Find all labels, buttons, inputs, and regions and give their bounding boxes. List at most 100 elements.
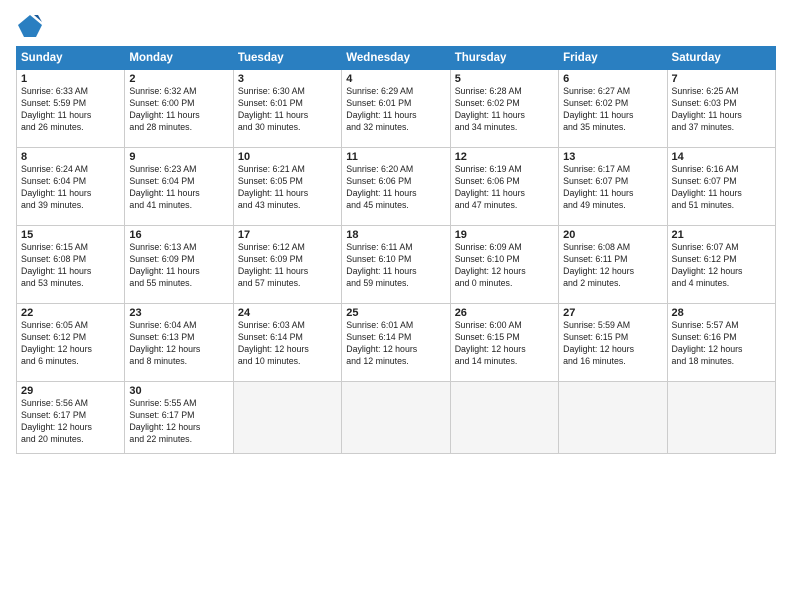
- calendar-cell: [667, 382, 775, 454]
- calendar-cell: 6Sunrise: 6:27 AMSunset: 6:02 PMDaylight…: [559, 70, 667, 148]
- logo: [16, 12, 48, 40]
- day-number: 23: [129, 307, 228, 319]
- calendar-week-5: 29Sunrise: 5:56 AMSunset: 6:17 PMDayligh…: [17, 382, 776, 454]
- cell-content: Sunrise: 6:15 AMSunset: 6:08 PMDaylight:…: [21, 242, 120, 290]
- calendar-cell: 11Sunrise: 6:20 AMSunset: 6:06 PMDayligh…: [342, 148, 450, 226]
- cell-content: Sunrise: 6:11 AMSunset: 6:10 PMDaylight:…: [346, 242, 445, 290]
- day-number: 29: [21, 385, 120, 397]
- calendar-cell: 27Sunrise: 5:59 AMSunset: 6:15 PMDayligh…: [559, 304, 667, 382]
- day-number: 18: [346, 229, 445, 241]
- calendar-cell: 3Sunrise: 6:30 AMSunset: 6:01 PMDaylight…: [233, 70, 341, 148]
- day-number: 21: [672, 229, 771, 241]
- calendar-cell: [342, 382, 450, 454]
- calendar-cell: 28Sunrise: 5:57 AMSunset: 6:16 PMDayligh…: [667, 304, 775, 382]
- cell-content: Sunrise: 6:28 AMSunset: 6:02 PMDaylight:…: [455, 86, 554, 134]
- day-number: 12: [455, 151, 554, 163]
- cell-content: Sunrise: 6:03 AMSunset: 6:14 PMDaylight:…: [238, 320, 337, 368]
- cell-content: Sunrise: 6:08 AMSunset: 6:11 PMDaylight:…: [563, 242, 662, 290]
- cell-content: Sunrise: 6:32 AMSunset: 6:00 PMDaylight:…: [129, 86, 228, 134]
- day-number: 17: [238, 229, 337, 241]
- cell-content: Sunrise: 6:27 AMSunset: 6:02 PMDaylight:…: [563, 86, 662, 134]
- day-number: 6: [563, 73, 662, 85]
- day-number: 24: [238, 307, 337, 319]
- calendar-cell: 16Sunrise: 6:13 AMSunset: 6:09 PMDayligh…: [125, 226, 233, 304]
- day-number: 9: [129, 151, 228, 163]
- cell-content: Sunrise: 6:09 AMSunset: 6:10 PMDaylight:…: [455, 242, 554, 290]
- cell-content: Sunrise: 6:29 AMSunset: 6:01 PMDaylight:…: [346, 86, 445, 134]
- day-number: 27: [563, 307, 662, 319]
- calendar-cell: 21Sunrise: 6:07 AMSunset: 6:12 PMDayligh…: [667, 226, 775, 304]
- calendar-cell: 29Sunrise: 5:56 AMSunset: 6:17 PMDayligh…: [17, 382, 125, 454]
- day-number: 20: [563, 229, 662, 241]
- cell-content: Sunrise: 6:30 AMSunset: 6:01 PMDaylight:…: [238, 86, 337, 134]
- cell-content: Sunrise: 6:24 AMSunset: 6:04 PMDaylight:…: [21, 164, 120, 212]
- day-number: 25: [346, 307, 445, 319]
- cell-content: Sunrise: 6:21 AMSunset: 6:05 PMDaylight:…: [238, 164, 337, 212]
- calendar-cell: 7Sunrise: 6:25 AMSunset: 6:03 PMDaylight…: [667, 70, 775, 148]
- day-header-monday: Monday: [125, 47, 233, 70]
- cell-content: Sunrise: 5:59 AMSunset: 6:15 PMDaylight:…: [563, 320, 662, 368]
- cell-content: Sunrise: 6:13 AMSunset: 6:09 PMDaylight:…: [129, 242, 228, 290]
- day-number: 16: [129, 229, 228, 241]
- calendar-cell: 25Sunrise: 6:01 AMSunset: 6:14 PMDayligh…: [342, 304, 450, 382]
- calendar-week-4: 22Sunrise: 6:05 AMSunset: 6:12 PMDayligh…: [17, 304, 776, 382]
- cell-content: Sunrise: 6:20 AMSunset: 6:06 PMDaylight:…: [346, 164, 445, 212]
- calendar-cell: 9Sunrise: 6:23 AMSunset: 6:04 PMDaylight…: [125, 148, 233, 226]
- calendar-cell: 22Sunrise: 6:05 AMSunset: 6:12 PMDayligh…: [17, 304, 125, 382]
- day-header-friday: Friday: [559, 47, 667, 70]
- day-number: 7: [672, 73, 771, 85]
- calendar-cell: 24Sunrise: 6:03 AMSunset: 6:14 PMDayligh…: [233, 304, 341, 382]
- calendar-cell: 10Sunrise: 6:21 AMSunset: 6:05 PMDayligh…: [233, 148, 341, 226]
- day-number: 19: [455, 229, 554, 241]
- cell-content: Sunrise: 6:04 AMSunset: 6:13 PMDaylight:…: [129, 320, 228, 368]
- day-number: 13: [563, 151, 662, 163]
- cell-content: Sunrise: 6:19 AMSunset: 6:06 PMDaylight:…: [455, 164, 554, 212]
- calendar-cell: [559, 382, 667, 454]
- day-number: 10: [238, 151, 337, 163]
- cell-content: Sunrise: 5:55 AMSunset: 6:17 PMDaylight:…: [129, 398, 228, 446]
- day-number: 28: [672, 307, 771, 319]
- header: [16, 12, 776, 40]
- calendar-cell: 19Sunrise: 6:09 AMSunset: 6:10 PMDayligh…: [450, 226, 558, 304]
- calendar-cell: 8Sunrise: 6:24 AMSunset: 6:04 PMDaylight…: [17, 148, 125, 226]
- day-header-saturday: Saturday: [667, 47, 775, 70]
- day-number: 30: [129, 385, 228, 397]
- day-number: 14: [672, 151, 771, 163]
- cell-content: Sunrise: 6:33 AMSunset: 5:59 PMDaylight:…: [21, 86, 120, 134]
- day-number: 4: [346, 73, 445, 85]
- day-number: 3: [238, 73, 337, 85]
- day-header-sunday: Sunday: [17, 47, 125, 70]
- day-header-thursday: Thursday: [450, 47, 558, 70]
- calendar-cell: 26Sunrise: 6:00 AMSunset: 6:15 PMDayligh…: [450, 304, 558, 382]
- calendar-cell: 30Sunrise: 5:55 AMSunset: 6:17 PMDayligh…: [125, 382, 233, 454]
- calendar-week-1: 1Sunrise: 6:33 AMSunset: 5:59 PMDaylight…: [17, 70, 776, 148]
- cell-content: Sunrise: 6:23 AMSunset: 6:04 PMDaylight:…: [129, 164, 228, 212]
- calendar-cell: [450, 382, 558, 454]
- cell-content: Sunrise: 6:25 AMSunset: 6:03 PMDaylight:…: [672, 86, 771, 134]
- calendar-week-3: 15Sunrise: 6:15 AMSunset: 6:08 PMDayligh…: [17, 226, 776, 304]
- logo-icon: [16, 12, 44, 40]
- calendar-cell: 5Sunrise: 6:28 AMSunset: 6:02 PMDaylight…: [450, 70, 558, 148]
- cell-content: Sunrise: 6:16 AMSunset: 6:07 PMDaylight:…: [672, 164, 771, 212]
- calendar-cell: 12Sunrise: 6:19 AMSunset: 6:06 PMDayligh…: [450, 148, 558, 226]
- calendar-header-row: SundayMondayTuesdayWednesdayThursdayFrid…: [17, 47, 776, 70]
- cell-content: Sunrise: 6:00 AMSunset: 6:15 PMDaylight:…: [455, 320, 554, 368]
- cell-content: Sunrise: 5:56 AMSunset: 6:17 PMDaylight:…: [21, 398, 120, 446]
- cell-content: Sunrise: 6:12 AMSunset: 6:09 PMDaylight:…: [238, 242, 337, 290]
- cell-content: Sunrise: 6:07 AMSunset: 6:12 PMDaylight:…: [672, 242, 771, 290]
- calendar-cell: 14Sunrise: 6:16 AMSunset: 6:07 PMDayligh…: [667, 148, 775, 226]
- calendar-cell: [233, 382, 341, 454]
- calendar-cell: 15Sunrise: 6:15 AMSunset: 6:08 PMDayligh…: [17, 226, 125, 304]
- day-header-tuesday: Tuesday: [233, 47, 341, 70]
- day-number: 5: [455, 73, 554, 85]
- cell-content: Sunrise: 5:57 AMSunset: 6:16 PMDaylight:…: [672, 320, 771, 368]
- calendar-body: 1Sunrise: 6:33 AMSunset: 5:59 PMDaylight…: [17, 70, 776, 454]
- day-number: 11: [346, 151, 445, 163]
- day-header-wednesday: Wednesday: [342, 47, 450, 70]
- day-number: 1: [21, 73, 120, 85]
- cell-content: Sunrise: 6:05 AMSunset: 6:12 PMDaylight:…: [21, 320, 120, 368]
- day-number: 2: [129, 73, 228, 85]
- cell-content: Sunrise: 6:01 AMSunset: 6:14 PMDaylight:…: [346, 320, 445, 368]
- calendar-cell: 4Sunrise: 6:29 AMSunset: 6:01 PMDaylight…: [342, 70, 450, 148]
- calendar-cell: 2Sunrise: 6:32 AMSunset: 6:00 PMDaylight…: [125, 70, 233, 148]
